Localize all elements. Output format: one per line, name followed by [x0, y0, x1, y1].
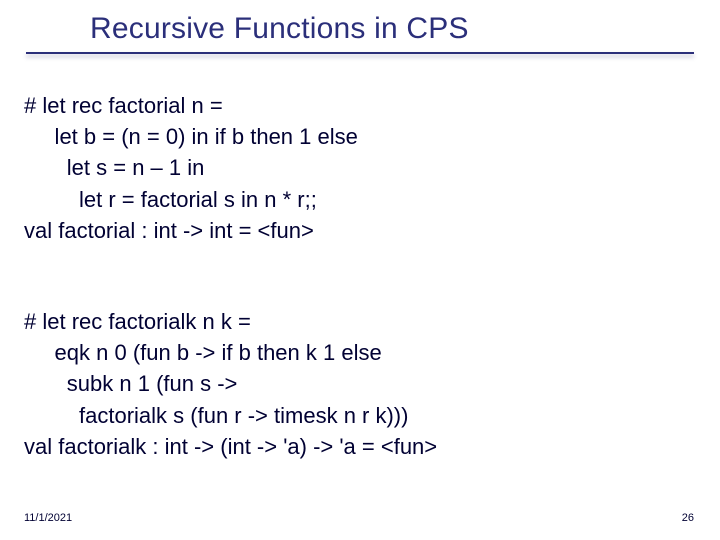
slide: Recursive Functions in CPS # let rec fac…: [0, 0, 720, 540]
footer-page-number: 26: [682, 512, 694, 524]
code-block-factorialk: # let rec factorialk n k = eqk n 0 (fun …: [24, 306, 437, 462]
code-block-factorial: # let rec factorial n = let b = (n = 0) …: [24, 90, 358, 246]
title-underline: [26, 52, 694, 54]
slide-title: Recursive Functions in CPS: [0, 12, 720, 46]
title-zone: Recursive Functions in CPS: [0, 12, 720, 54]
footer-date: 11/1/2021: [24, 512, 72, 524]
